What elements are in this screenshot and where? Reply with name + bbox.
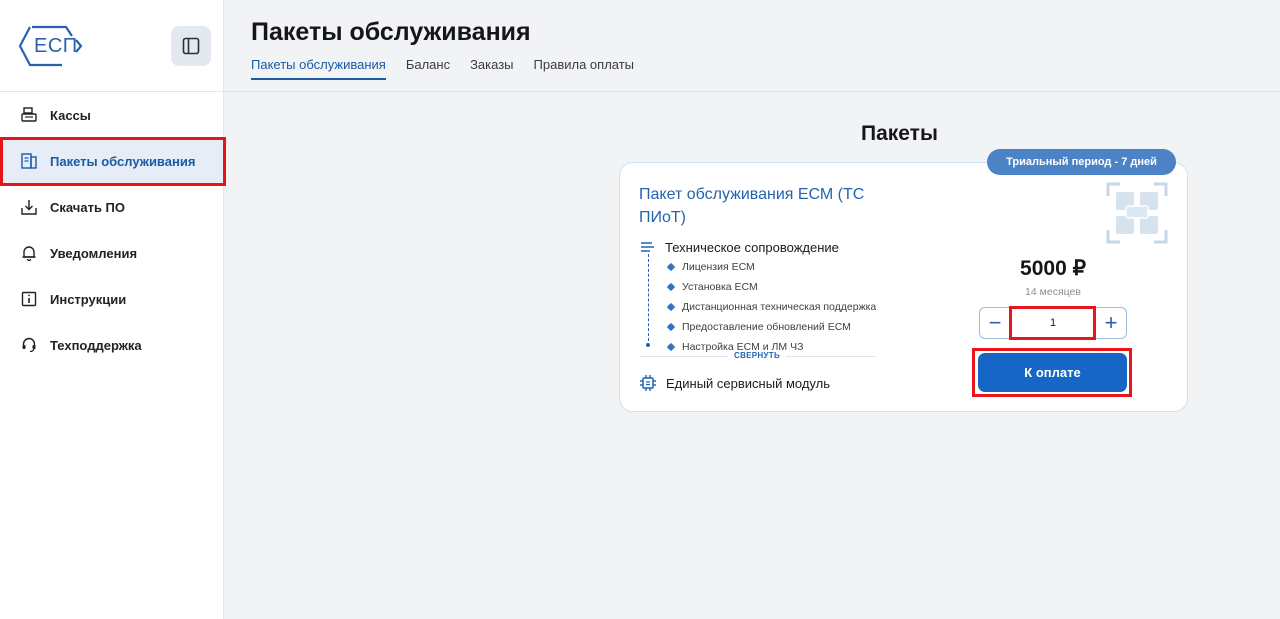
- cash-register-icon: [20, 106, 38, 124]
- package-price: 5000 ₽: [1020, 257, 1086, 280]
- collapse-link[interactable]: СВЕРНУТЬ: [728, 351, 787, 360]
- tab-payment-rules[interactable]: Правила оплаты: [534, 57, 635, 80]
- sidebar-item-label: Уведомления: [50, 245, 138, 261]
- tree-line: [648, 254, 649, 346]
- sidebar-item-support[interactable]: Техподдержка: [0, 322, 224, 368]
- sidebar-item-label: Кассы: [50, 107, 91, 123]
- headset-icon: [20, 336, 38, 354]
- sidebar-item-label: Пакеты обслуживания: [50, 153, 196, 169]
- bullet-icon: [666, 322, 676, 332]
- tab-service-packages[interactable]: Пакеты обслуживания: [251, 57, 386, 80]
- tree-end-dot: [646, 343, 650, 347]
- logo[interactable]: ЕСП: [18, 24, 88, 68]
- bullet-icon: [666, 282, 676, 292]
- feature-label: Установка ЕСМ: [682, 281, 758, 293]
- package-period: 14 месяцев: [1025, 286, 1081, 298]
- package-title: Пакет обслуживания ЕСМ (ТС ПИоТ): [639, 186, 865, 226]
- sidebar-item-notifications[interactable]: Уведомления: [0, 230, 224, 276]
- list-item: Установка ЕСМ: [666, 277, 876, 297]
- sidebar-item-instructions[interactable]: Инструкции: [0, 276, 224, 322]
- quantity-input[interactable]: [1013, 311, 1093, 335]
- service-module-label: Единый сервисный модуль: [666, 375, 830, 391]
- sidebar-nav: Кассы Пакеты обслуживания Скачать ПО Уве…: [0, 92, 224, 368]
- list-item: Предоставление обновлений ЕСМ: [666, 317, 876, 337]
- list-item: Лицензия ЕСМ: [666, 257, 876, 277]
- feature-label: Дистанционная техническая поддержка: [682, 301, 877, 313]
- feature-label: Предоставление обновлений ЕСМ: [682, 321, 851, 333]
- sidebar-item-label: Инструкции: [50, 291, 127, 307]
- feature-list: Лицензия ЕСМ Установка ЕСМ Дистанционная…: [666, 257, 877, 357]
- logo-text: ЕСП: [34, 35, 78, 57]
- bullet-icon: [666, 302, 676, 312]
- sidebar-item-label: Техподдержка: [50, 337, 142, 353]
- tab-orders[interactable]: Заказы: [470, 57, 513, 80]
- tab-bar: Пакеты обслуживания Баланс Заказы Правил…: [251, 57, 634, 80]
- support-tree-icon: [641, 242, 654, 252]
- section-title: Пакеты: [861, 122, 938, 145]
- tab-balance[interactable]: Баланс: [406, 57, 450, 80]
- download-icon: [20, 198, 38, 216]
- sidebar-item-service-packages[interactable]: Пакеты обслуживания: [0, 138, 224, 184]
- decrement-button[interactable]: −: [980, 308, 1010, 338]
- trial-badge: Триальный период - 7 дней: [987, 149, 1176, 175]
- sidebar-toggle-button[interactable]: [171, 26, 211, 66]
- service-packages-icon: [20, 152, 38, 170]
- panel-toggle-icon: [182, 37, 200, 55]
- header-divider: [224, 91, 1280, 92]
- chip-icon: [640, 375, 656, 391]
- bell-icon: [20, 244, 38, 262]
- esm-qr-icon: [1106, 182, 1168, 244]
- feature-label: Лицензия ЕСМ: [682, 261, 755, 273]
- bullet-icon: [666, 342, 676, 352]
- page-title: Пакеты обслуживания: [251, 18, 531, 46]
- increment-button[interactable]: +: [1096, 308, 1126, 338]
- sidebar: ЕСП Кассы Пакеты обслуживания Скачать ПО: [0, 0, 224, 619]
- quantity-stepper: − +: [979, 307, 1127, 339]
- info-icon: [20, 290, 38, 308]
- service-module-row: Единый сервисный модуль: [638, 373, 830, 393]
- sidebar-item-download-software[interactable]: Скачать ПО: [0, 184, 224, 230]
- pay-button[interactable]: К оплате: [978, 353, 1127, 392]
- bullet-icon: [666, 262, 676, 272]
- sidebar-item-label: Скачать ПО: [50, 199, 126, 215]
- tech-support-title: Техническое сопровождение: [665, 240, 839, 255]
- list-item: Дистанционная техническая поддержка: [666, 297, 877, 317]
- sidebar-item-cash-registers[interactable]: Кассы: [0, 92, 224, 138]
